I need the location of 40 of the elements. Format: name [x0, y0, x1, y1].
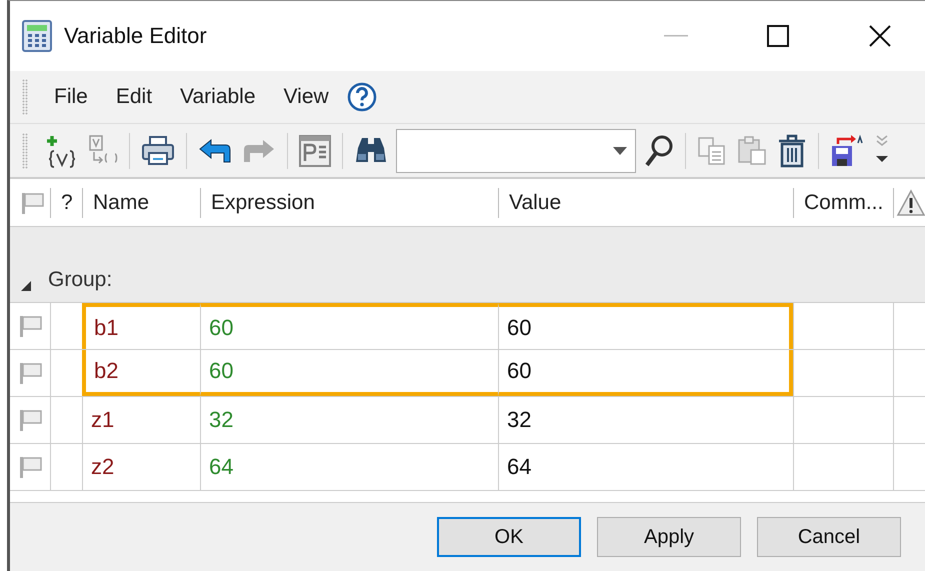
close-icon[interactable] — [869, 25, 891, 47]
column-header[interactable]: Name — [82, 188, 200, 218]
row-flag-icon — [18, 455, 44, 479]
menu-item[interactable]: Edit — [104, 81, 164, 113]
group-label: Group: — [48, 268, 112, 292]
flag-icon — [20, 190, 46, 214]
column-header[interactable]: Expression — [200, 188, 498, 218]
row-flag-icon — [18, 361, 44, 385]
expression-cell: 32 — [200, 397, 498, 443]
warning-icon — [896, 188, 925, 216]
dialog-button[interactable]: OK — [437, 517, 581, 557]
row-flag-icon — [18, 314, 44, 338]
window-title: Variable Editor — [64, 23, 208, 49]
page-icon[interactable] — [297, 132, 333, 168]
dropdown-arrow-icon[interactable] — [613, 146, 627, 154]
maximize-icon[interactable] — [767, 25, 789, 47]
expression-cell: 60 — [200, 303, 498, 349]
menu-item[interactable]: View — [272, 81, 341, 113]
row-flag-icon — [18, 408, 44, 432]
expression-cell: 64 — [200, 444, 498, 490]
dialog-button[interactable]: Cancel — [757, 517, 901, 557]
menu-item[interactable]: Variable — [168, 81, 268, 113]
dialog-button[interactable]: Apply — [597, 517, 741, 557]
column-header[interactable]: Value — [498, 188, 793, 218]
warning-column-header[interactable] — [893, 188, 925, 218]
name-cell: z2 — [82, 444, 200, 490]
collapse-triangle-icon[interactable] — [20, 280, 32, 292]
expression-cell: 60 — [200, 350, 498, 396]
search-combo-field[interactable] — [396, 128, 636, 172]
value-cell: 32 — [498, 397, 793, 443]
calculator-icon — [22, 20, 52, 52]
name-cell: b1 — [82, 303, 200, 349]
name-cell: z1 — [82, 397, 200, 443]
value-cell: 60 — [498, 303, 793, 349]
column-header[interactable]: ? — [50, 188, 82, 218]
value-cell: 60 — [498, 350, 793, 396]
value-cell: 64 — [498, 444, 793, 490]
column-header[interactable]: Comm... — [793, 188, 893, 218]
name-cell: b2 — [82, 350, 200, 396]
menu-item[interactable]: File — [42, 81, 100, 113]
